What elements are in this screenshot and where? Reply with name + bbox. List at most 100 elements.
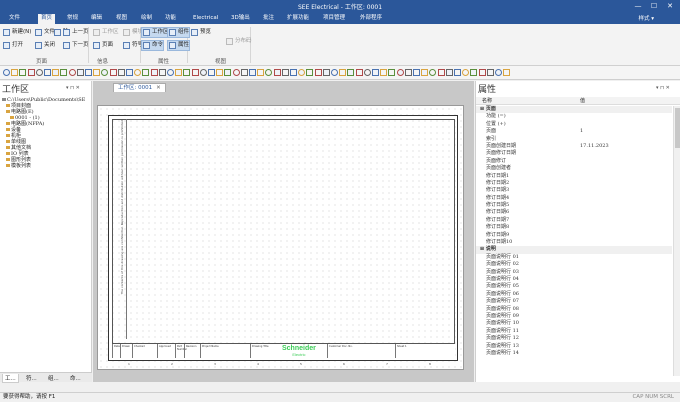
minimize-button[interactable]: — bbox=[632, 1, 644, 11]
toolbar-tool-icon[interactable] bbox=[265, 69, 273, 76]
ribbon-button-9[interactable]: 模块 bbox=[122, 28, 143, 37]
property-row[interactable]: 页面说明行 08 bbox=[476, 306, 672, 313]
toolbar-tool-icon[interactable] bbox=[134, 69, 142, 76]
toolbar-tool-icon[interactable] bbox=[142, 69, 150, 76]
property-row[interactable]: 页面 1 bbox=[476, 128, 672, 135]
toolbar-tool-icon[interactable] bbox=[503, 69, 511, 76]
toolbar-tool-icon[interactable] bbox=[19, 69, 27, 76]
toolbar-tool-icon[interactable] bbox=[85, 69, 92, 76]
property-row[interactable]: 页面说明行 10 bbox=[476, 320, 672, 327]
toolbar-tool-icon[interactable] bbox=[3, 69, 10, 76]
menu-item-6[interactable]: 功能 bbox=[162, 14, 179, 24]
document-tab[interactable]: 工作区: 0001 ✕ bbox=[113, 83, 166, 92]
panel-tab[interactable]: 符... bbox=[24, 374, 39, 382]
menu-item-1[interactable]: 首页 bbox=[38, 14, 56, 24]
toolbar-tool-icon[interactable] bbox=[470, 69, 478, 76]
menu-item-3[interactable]: 编辑 bbox=[88, 14, 105, 24]
toolbar-tool-icon[interactable] bbox=[372, 69, 379, 76]
toolbar-tool-icon[interactable] bbox=[109, 69, 117, 76]
toolbar-tool-icon[interactable] bbox=[388, 69, 396, 76]
toolbar-tool-icon[interactable] bbox=[93, 69, 101, 76]
menu-item-9[interactable]: 批注 bbox=[260, 14, 277, 24]
toolbar-tool-icon[interactable] bbox=[454, 69, 461, 76]
panel-tab[interactable]: 工... bbox=[2, 374, 19, 383]
property-row[interactable]: 修订日期1 bbox=[476, 173, 672, 180]
toolbar-tool-icon[interactable] bbox=[281, 69, 289, 76]
toolbar-tool-icon[interactable] bbox=[380, 69, 388, 76]
toolbar-tool-icon[interactable] bbox=[495, 69, 502, 76]
toolbar-tool-icon[interactable] bbox=[11, 69, 19, 76]
ribbon-button-13[interactable]: 组件 bbox=[166, 27, 191, 38]
toolbar-tool-icon[interactable] bbox=[445, 69, 453, 76]
menu-item-0[interactable]: 文件 bbox=[6, 14, 23, 24]
ribbon-button-10[interactable]: 符号 bbox=[122, 41, 143, 50]
property-row[interactable]: 修订日期10 bbox=[476, 239, 672, 246]
panel-controls[interactable]: ▾ ⊓ ✕ bbox=[656, 85, 670, 91]
toolbar-tool-icon[interactable] bbox=[183, 69, 191, 76]
panel-controls[interactable]: ▾ ⊓ ✕ bbox=[66, 85, 80, 91]
toolbar-tool-icon[interactable] bbox=[363, 69, 371, 76]
toolbar-tool-icon[interactable] bbox=[462, 69, 470, 76]
toolbar-tool-icon[interactable] bbox=[199, 69, 207, 76]
toolbar-tool-icon[interactable] bbox=[249, 69, 256, 76]
menu-item-7[interactable]: Electrical bbox=[190, 14, 221, 24]
toolbar-tool-icon[interactable] bbox=[27, 69, 35, 76]
toolbar-tool-icon[interactable] bbox=[158, 69, 166, 76]
toolbar-tool-icon[interactable] bbox=[404, 69, 412, 76]
toolbar-tool-icon[interactable] bbox=[52, 69, 60, 76]
toolbar-tool-icon[interactable] bbox=[101, 69, 109, 76]
ribbon-button-8[interactable]: 页面 bbox=[92, 41, 113, 50]
menu-item-2[interactable]: 常规 bbox=[64, 14, 81, 24]
property-row[interactable]: 页面创建者 bbox=[476, 165, 672, 172]
ribbon-button-14[interactable]: 属性 bbox=[166, 40, 191, 51]
toolbar-tool-icon[interactable] bbox=[429, 69, 437, 76]
ribbon-button-1[interactable]: 文件 bbox=[34, 28, 55, 37]
toolbar-tool-icon[interactable] bbox=[150, 69, 158, 76]
toolbar-tool-icon[interactable] bbox=[224, 69, 232, 76]
toolbar-tool-icon[interactable] bbox=[60, 69, 68, 76]
property-row[interactable]: 页面说明行 02 bbox=[476, 261, 672, 268]
ribbon-button-3[interactable]: 上一页 bbox=[62, 28, 89, 37]
toolbar-tool-icon[interactable] bbox=[290, 69, 297, 76]
menu-item-11[interactable]: 项目管理 bbox=[320, 14, 348, 24]
ribbon-button-0[interactable]: 新建(N) bbox=[2, 28, 31, 37]
ribbon-button-16[interactable]: 分布码 bbox=[225, 37, 252, 46]
toolbar-tool-icon[interactable] bbox=[314, 69, 322, 76]
properties-scrollbar[interactable] bbox=[673, 106, 680, 376]
toolbar-tool-icon[interactable] bbox=[175, 69, 183, 76]
property-row[interactable]: 页面说明行 03 bbox=[476, 269, 672, 276]
toolbar-tool-icon[interactable] bbox=[437, 69, 445, 76]
toolbar-tool-icon[interactable] bbox=[257, 69, 265, 76]
property-row[interactable]: 页面说明行 07 bbox=[476, 298, 672, 305]
property-row[interactable]: 页面说明行 05 bbox=[476, 283, 672, 290]
toolbar-tool-icon[interactable] bbox=[208, 69, 215, 76]
toolbar-tool-icon[interactable] bbox=[339, 69, 347, 76]
scrollbar-thumb[interactable] bbox=[675, 108, 680, 148]
tree-item[interactable]: 模板列表 bbox=[2, 163, 85, 169]
menu-item-8[interactable]: 3D输出 bbox=[228, 14, 253, 24]
style-selector[interactable]: 样式 ▾ bbox=[638, 14, 654, 22]
toolbar-tool-icon[interactable] bbox=[44, 69, 51, 76]
toolbar-tool-icon[interactable] bbox=[396, 69, 404, 76]
toolbar-tool-icon[interactable] bbox=[117, 69, 125, 76]
menu-item-10[interactable]: 扩展功能 bbox=[284, 14, 312, 24]
maximize-button[interactable]: ☐ bbox=[648, 1, 660, 11]
toolbar-tool-icon[interactable] bbox=[486, 69, 494, 76]
property-row[interactable]: 页面说明行 12 bbox=[476, 335, 672, 342]
toolbar-tool-icon[interactable] bbox=[76, 69, 84, 76]
menu-item-12[interactable]: 外部程序 bbox=[357, 14, 385, 24]
toolbar-tool-icon[interactable] bbox=[35, 69, 43, 76]
toolbar-tool-icon[interactable] bbox=[413, 69, 420, 76]
ribbon-button-6[interactable]: 下一页 bbox=[62, 41, 89, 50]
property-row[interactable]: 页面说明行 14 bbox=[476, 350, 672, 357]
ribbon-button-15[interactable]: 预览 bbox=[190, 28, 211, 37]
property-category[interactable]: ⊟ 说明 bbox=[476, 246, 672, 254]
toolbar-tool-icon[interactable] bbox=[331, 69, 338, 76]
property-row[interactable]: 页面修订日期 bbox=[476, 150, 672, 157]
close-button[interactable]: ✕ bbox=[664, 1, 676, 11]
property-row[interactable]: 页面说明行 11 bbox=[476, 328, 672, 335]
toolbar-tool-icon[interactable] bbox=[68, 69, 76, 76]
toolbar-tool-icon[interactable] bbox=[355, 69, 363, 76]
property-row[interactable]: 功能 (=) bbox=[476, 113, 672, 120]
ribbon-button-5[interactable]: 关闭 bbox=[34, 41, 55, 50]
